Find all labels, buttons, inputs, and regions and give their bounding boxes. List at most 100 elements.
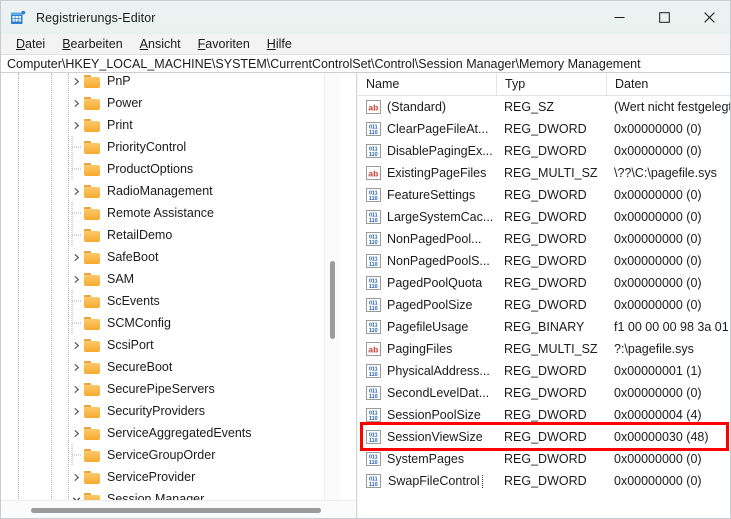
value-name: DisablePagingEx... xyxy=(387,144,493,158)
svg-text:110: 110 xyxy=(369,306,378,312)
svg-text:110: 110 xyxy=(369,218,378,224)
value-row[interactable]: 011 110 NonPagedPoolS... REG_DWORD 0x0000000… xyxy=(358,250,730,272)
column-header-daten[interactable]: Daten xyxy=(606,73,730,95)
chevron-right-icon[interactable] xyxy=(68,180,84,202)
value-row[interactable]: 011 110 SecondLevelDat... REG_DWORD 0x000000… xyxy=(358,382,730,404)
value-row[interactable]: 011 110 FeatureSettings REG_DWORD 0x00000000… xyxy=(358,184,730,206)
value-row[interactable]: ab PagingFiles REG_MULTI_SZ ?:\pagefile.sys xyxy=(358,338,730,360)
folder-icon xyxy=(84,206,101,220)
menu-item-ansicht[interactable]: Ansicht xyxy=(132,36,190,52)
tree-item-securityproviders[interactable]: SecurityProviders xyxy=(1,400,341,422)
value-row[interactable]: 011 110 ClearPageFileAt... REG_DWORD 0x00000… xyxy=(358,118,730,140)
title-bar: Registrierungs-Editor xyxy=(1,1,730,34)
value-name: SessionPoolSize xyxy=(387,408,481,422)
chevron-right-icon[interactable] xyxy=(68,92,84,114)
value-row[interactable]: ab ExistingPageFiles REG_MULTI_SZ \??\C:\pa… xyxy=(358,162,730,184)
tree-item-retaildemo[interactable]: RetailDemo xyxy=(1,224,341,246)
chevron-right-icon[interactable] xyxy=(68,73,84,92)
tree-item-label: ProductOptions xyxy=(107,162,194,176)
menu-item-hilfe[interactable]: Hilfe xyxy=(259,36,301,52)
value-row[interactable]: 011 110 PhysicalAddress... REG_DWORD 0x00000… xyxy=(358,360,730,382)
value-name: NonPagedPool... xyxy=(387,232,482,246)
tree-item-power[interactable]: Power xyxy=(1,92,341,114)
chevron-right-icon[interactable] xyxy=(68,400,84,422)
tree-item-productoptions[interactable]: ProductOptions xyxy=(1,158,341,180)
tree-item-remote-assistance[interactable]: Remote Assistance xyxy=(1,202,341,224)
chevron-right-icon[interactable] xyxy=(68,422,84,444)
value-row[interactable]: 011 110 SessionPoolSize REG_DWORD 0x00000004… xyxy=(358,404,730,426)
menu-item-favoriten[interactable]: Favoriten xyxy=(190,36,259,52)
tree-item-sam[interactable]: SAM xyxy=(1,268,341,290)
tree-item-prioritycontrol[interactable]: PriorityControl xyxy=(1,136,341,158)
chevron-right-icon[interactable] xyxy=(68,466,84,488)
tree-item-label: Remote Assistance xyxy=(107,206,214,220)
menu-item-bearbeiten[interactable]: Bearbeiten xyxy=(54,36,131,52)
chevron-right-icon[interactable] xyxy=(68,246,84,268)
tree-horizontal-scrollbar[interactable] xyxy=(1,500,356,518)
tree-item-securepipeservers[interactable]: SecurePipeServers xyxy=(1,378,341,400)
value-name: ExistingPageFiles xyxy=(387,166,487,180)
value-data: 0x00000004 (4) xyxy=(614,408,702,422)
minimize-button[interactable] xyxy=(597,1,642,34)
folder-icon xyxy=(84,426,101,440)
chevron-right-icon[interactable] xyxy=(68,378,84,400)
column-header-typ[interactable]: Typ xyxy=(496,73,606,95)
tree-item-serviceprovider[interactable]: ServiceProvider xyxy=(1,466,341,488)
chevron-right-icon[interactable] xyxy=(68,334,84,356)
tree-item-radiomanagement[interactable]: RadioManagement xyxy=(1,180,341,202)
tree-leaf-connector xyxy=(68,202,84,224)
chevron-right-icon[interactable] xyxy=(68,114,84,136)
value-row[interactable]: 011 110 SessionViewSize REG_DWORD 0x00000030… xyxy=(358,426,730,448)
value-row[interactable]: 011 110 SystemPages REG_DWORD 0x00000000 (0) xyxy=(358,448,730,470)
string-value-icon: ab xyxy=(366,100,381,114)
tree-item-scmconfig[interactable]: SCMConfig xyxy=(1,312,341,334)
folder-icon xyxy=(84,338,101,352)
value-type: REG_DWORD xyxy=(504,364,587,378)
tree-item-safeboot[interactable]: SafeBoot xyxy=(1,246,341,268)
tree-item-secureboot[interactable]: SecureBoot xyxy=(1,356,341,378)
tree-item-pnp[interactable]: PnP xyxy=(1,73,341,92)
value-row[interactable]: 011 110 PagedPoolQuota REG_DWORD 0x00000000 … xyxy=(358,272,730,294)
chevron-right-icon[interactable] xyxy=(68,268,84,290)
value-row[interactable]: 011 110 LargeSystemCac... REG_DWORD 0x000000… xyxy=(358,206,730,228)
value-row[interactable]: 011 110 PagedPoolSize REG_DWORD 0x00000000 (… xyxy=(358,294,730,316)
menu-item-datei[interactable]: Datei xyxy=(8,36,54,52)
value-row[interactable]: ab (Standard) REG_SZ (Wert nicht festgelegt… xyxy=(358,96,730,118)
folder-icon xyxy=(84,448,101,462)
tree-leaf-connector xyxy=(68,158,84,180)
tree-item-label: ServiceAggregatedEvents xyxy=(107,426,252,440)
tree-item-serviceaggregatedevents[interactable]: ServiceAggregatedEvents xyxy=(1,422,341,444)
value-data: 0x00000000 (0) xyxy=(614,144,702,158)
value-row[interactable]: 011 110 NonPagedPool... REG_DWORD 0x00000000… xyxy=(358,228,730,250)
binary-value-icon: 011 110 xyxy=(366,232,381,246)
value-type: REG_DWORD xyxy=(504,144,587,158)
svg-text:110: 110 xyxy=(369,240,378,246)
value-type: REG_DWORD xyxy=(504,408,587,422)
tree-horizontal-scroll-thumb[interactable] xyxy=(31,508,321,513)
value-row[interactable]: 011 110 DisablePagingEx... REG_DWORD 0x00000… xyxy=(358,140,730,162)
registry-editor-window: Registrierungs-Editor Datei Bearbeiten Ans… xyxy=(0,0,731,519)
value-data: 0x00000030 (48) xyxy=(614,430,709,444)
tree-item-label: PnP xyxy=(107,74,131,88)
tree-item-print[interactable]: Print xyxy=(1,114,341,136)
tree-item-scsiport[interactable]: ScsiPort xyxy=(1,334,341,356)
chevron-right-icon[interactable] xyxy=(68,356,84,378)
tree-item-servicegrouporder[interactable]: ServiceGroupOrder xyxy=(1,444,341,466)
value-type: REG_DWORD xyxy=(504,474,587,488)
value-data: 0x00000001 (1) xyxy=(614,364,702,378)
value-data: f1 00 00 00 98 3a 01 00 e xyxy=(614,320,730,334)
address-bar[interactable]: Computer\HKEY_LOCAL_MACHINE\SYSTEM\Curre… xyxy=(1,54,730,73)
value-row[interactable]: 011 110 SwapFileControl REG_DWORD 0x00000000… xyxy=(358,470,730,492)
tree-vertical-scroll-thumb[interactable] xyxy=(330,261,335,339)
tree-item-scevents[interactable]: ScEvents xyxy=(1,290,341,312)
value-row[interactable]: 011 110 PagefileUsage REG_BINARY f1 00 00 00… xyxy=(358,316,730,338)
tree-vertical-scrollbar[interactable] xyxy=(324,73,340,501)
maximize-button[interactable] xyxy=(642,1,687,34)
close-button[interactable] xyxy=(687,1,730,34)
column-header-name[interactable]: Name xyxy=(358,73,496,95)
value-type: REG_DWORD xyxy=(504,452,587,466)
registry-icon xyxy=(10,10,26,26)
folder-icon xyxy=(84,184,101,198)
value-data: 0x00000000 (0) xyxy=(614,386,702,400)
binary-value-icon: 011 110 xyxy=(366,210,381,224)
